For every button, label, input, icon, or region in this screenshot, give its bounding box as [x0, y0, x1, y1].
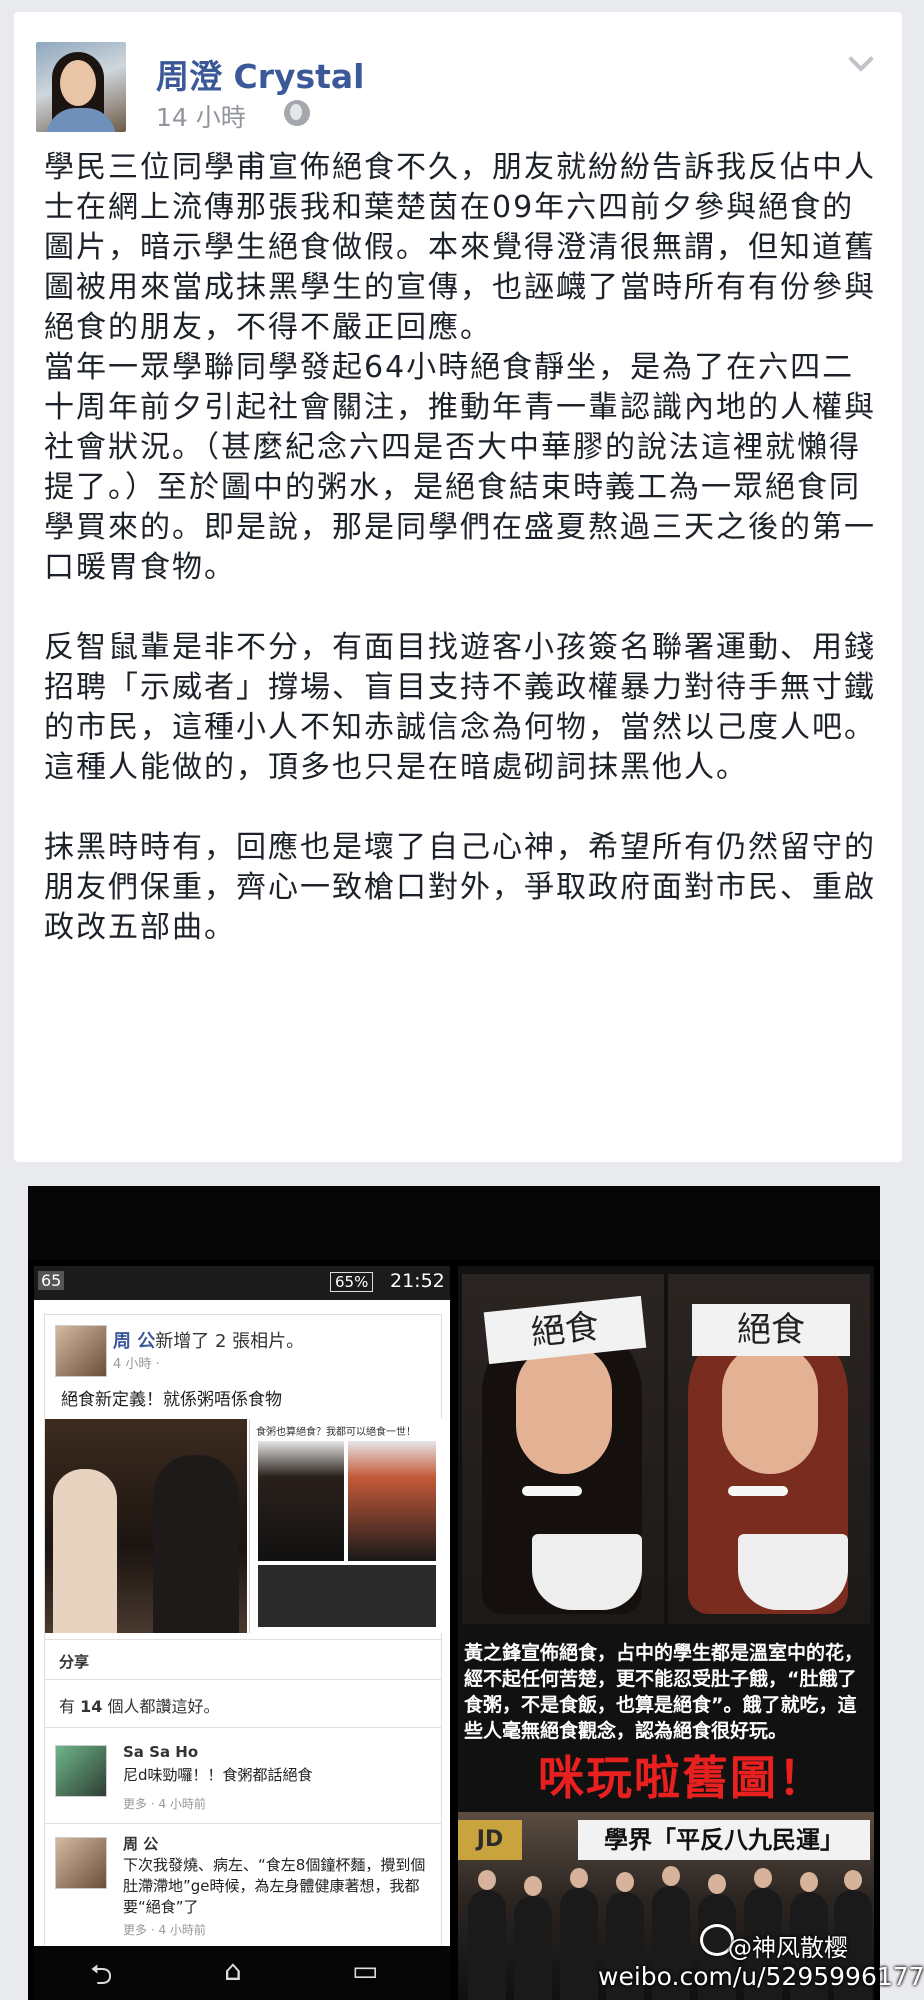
author-avatar[interactable]	[36, 42, 126, 132]
comment-author: Sa Sa Ho	[123, 1743, 199, 1761]
photo-person	[53, 1469, 117, 1633]
group-person	[514, 1876, 552, 2000]
comment-text: 下次我發燒、病左、“食左8個鐘杯麵，攪到個肚滯滯地”ge時候，為左身體健康著想，…	[123, 1856, 426, 1916]
cup	[738, 1534, 848, 1610]
collage-panel: 絕食 絕食 黃之鋒宣佈絕食，占中的學生都是溫室中的花，經不起任何苦楚，更不能忍受…	[458, 1266, 874, 2000]
fb-photo-right: 食粥也算絕食？我都可以絕食一世！	[249, 1419, 442, 1633]
headband: 絕食	[692, 1304, 850, 1356]
group-person	[468, 1870, 506, 2000]
fb-time: 4 小時 ·	[113, 1357, 160, 1372]
fb-added-text: 新增了 2 張相片。	[155, 1331, 305, 1352]
group-banner: 學界「平反八九民運」	[578, 1820, 870, 1860]
signal-number: 65	[38, 1271, 65, 1290]
android-nav-bar: ⮌ ⌂ ▭	[34, 1946, 450, 2000]
comment-avatar	[55, 1837, 107, 1889]
photo-person	[153, 1455, 239, 1633]
comment-meta: 更多 · 4 小時前	[123, 1797, 206, 1811]
phone-screenshot: 65 65% 21:52 周 公新增了 2 張相片。 4 小時 · 絕食新定義！…	[34, 1266, 450, 2000]
comment-meta: 更多 · 4 小時前	[123, 1923, 206, 1937]
photo-face	[722, 1344, 818, 1474]
recent-apps-icon: ▭	[352, 1954, 379, 1987]
globe-icon	[284, 100, 310, 126]
comment-avatar	[55, 1745, 107, 1797]
back-icon: ⮌	[90, 1958, 113, 1991]
share-label: 分享	[59, 1653, 90, 1671]
photo-thumb	[348, 1441, 436, 1561]
likes-prefix: 有	[59, 1697, 76, 1716]
divider	[45, 1727, 441, 1728]
spoon	[522, 1486, 582, 1496]
collage-photo-right: 絕食	[668, 1274, 870, 1624]
home-icon: ⌂	[224, 1954, 242, 1987]
avatar-face	[60, 60, 96, 106]
likes-summary: 有 14 個人都讚這好。	[59, 1693, 219, 1717]
photo-thumb	[258, 1565, 436, 1627]
fb-author-name: 周 公	[113, 1331, 156, 1352]
fb-photo-left	[45, 1419, 247, 1633]
collage-photo-left: 絕食	[462, 1274, 664, 1624]
chevron-down-icon[interactable]	[848, 46, 874, 72]
likes-count: 14	[80, 1697, 103, 1716]
watermark-url: weibo.com/u/5295996177	[598, 1962, 924, 1991]
author-name[interactable]: 周澄 Crystal	[156, 50, 365, 98]
status-clock: 21:52	[390, 1270, 445, 1292]
photo-thumb	[258, 1441, 344, 1561]
group-person	[560, 1868, 598, 2000]
collage-red-text: 咪玩啦舊圖！	[538, 1751, 826, 1805]
divider	[45, 1823, 441, 1824]
image-top-bar	[28, 1186, 880, 1260]
post-text: 學民三位同學甫宣佈絕食不久，朋友就紛紛告訴我反佔中人士在網上流傳那張我和葉楚茵在…	[44, 150, 876, 945]
fb-post-card: 周 公新增了 2 張相片。 4 小時 · 絕食新定義！就係粥唔係食物 食粥也算絕…	[44, 1314, 442, 1948]
watermark-handle: @神风散樱	[728, 1934, 848, 1962]
photo-face	[516, 1344, 612, 1474]
comment-text: 尼d味勁囉！！食粥都話絕食	[123, 1766, 313, 1784]
photo-caption: 食粥也算絕食？我都可以絕食一世！	[256, 1427, 416, 1438]
collage-caption: 黃之鋒宣佈絕食，占中的學生都是溫室中的花，經不起任何苦楚，更不能忍受肚子餓，“肚…	[464, 1642, 864, 1742]
post-card: 周澄 Crystal 14 小時 學民三位同學甫宣佈絕食不久，朋友就紛紛告訴我反…	[14, 12, 902, 1162]
fb-author: 周 公新增了 2 張相片。	[113, 1327, 304, 1353]
likes-suffix: 個人都讚這好。	[107, 1697, 220, 1716]
divider	[45, 1639, 441, 1640]
group-sign-left: JD	[458, 1820, 522, 1860]
fb-text: 絕食新定義！就係粥唔係食物	[61, 1390, 282, 1410]
cup	[532, 1534, 642, 1610]
comment-author: 周 公	[123, 1835, 159, 1853]
spoon	[728, 1486, 788, 1496]
battery-indicator: 65%	[330, 1272, 374, 1292]
status-bar: 65 65% 21:52	[34, 1266, 450, 1300]
post-time[interactable]: 14 小時	[156, 98, 246, 134]
fb-avatar	[55, 1325, 107, 1377]
divider	[45, 1679, 441, 1680]
post-image[interactable]: 65 65% 21:52 周 公新增了 2 張相片。 4 小時 · 絕食新定義！…	[28, 1186, 880, 2000]
